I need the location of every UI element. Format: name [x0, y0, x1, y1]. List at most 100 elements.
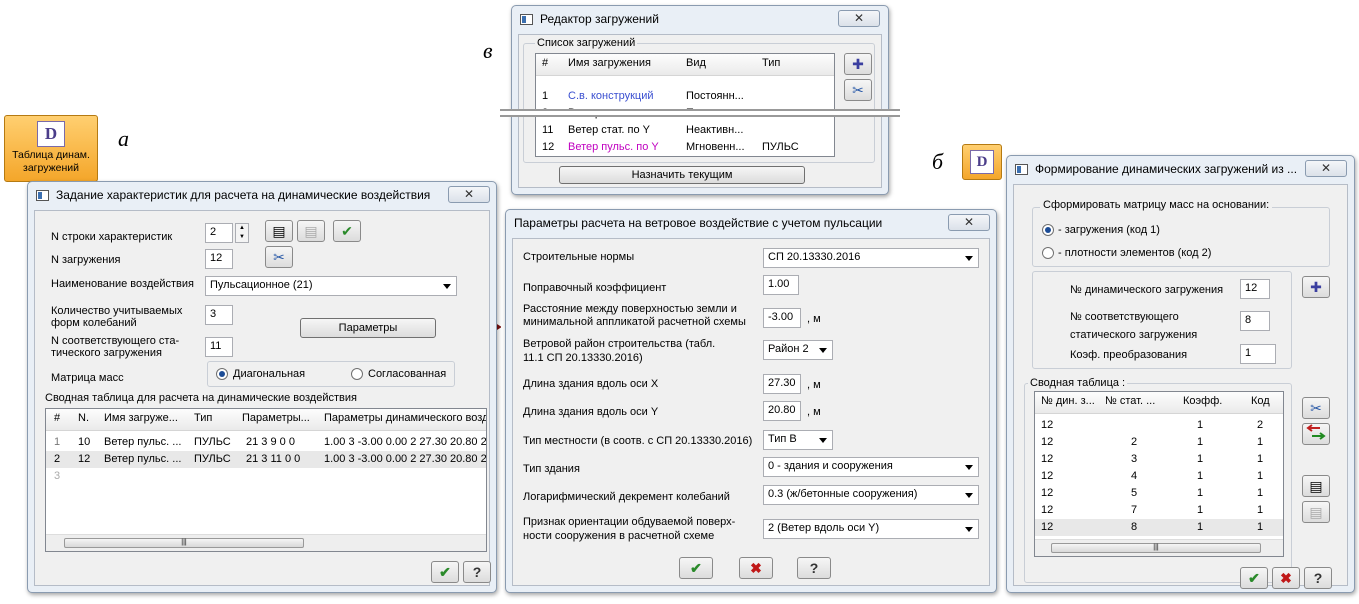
cell: 10 [78, 436, 91, 448]
table-row[interactable]: 2 12 Ветер пульс. ... ПУЛЬС 21 3 11 0 0 … [46, 451, 486, 468]
cancel-button[interactable]: ✖ [1272, 567, 1300, 589]
close-button[interactable]: ✕ [448, 186, 490, 203]
delete-load-button[interactable]: ✂ [844, 79, 872, 101]
table-row[interactable]: 12 5 1 1 [1035, 485, 1283, 502]
col-header[interactable]: Параметры... [242, 412, 314, 424]
table-row[interactable]: 12 3 1 1 [1035, 451, 1283, 468]
cell: 1 [1197, 453, 1204, 465]
horizontal-scrollbar[interactable]: ||| [1035, 539, 1283, 556]
static-load-input[interactable]: 11 [205, 337, 233, 357]
col-header[interactable]: N. [78, 412, 89, 424]
copy-icon[interactable]: ▤ [265, 220, 293, 242]
log-decrement-select[interactable]: 0.3 (ж/бетонные сооружения) [763, 485, 979, 505]
table-row[interactable]: 12 4 1 1 [1035, 468, 1283, 485]
cell: 1 [1257, 470, 1264, 482]
col-header[interactable]: Тип [194, 412, 212, 424]
table-row[interactable]: 12 8 1 1 [1035, 519, 1283, 536]
stat-load-number-input[interactable]: 8 [1240, 311, 1270, 331]
row-number-spinner[interactable]: ▲ ▼ [235, 223, 249, 243]
terrain-type-select[interactable]: Тип В [763, 430, 833, 450]
orientation-select[interactable]: 2 (Ветер вдоль оси Y) [763, 519, 979, 539]
help-button[interactable]: ? [463, 561, 491, 583]
col-header[interactable]: Имя загруже... [104, 412, 184, 424]
row-number-input[interactable]: 2 [205, 223, 233, 243]
copy-icon[interactable]: ▤ [1302, 475, 1330, 497]
col-header[interactable]: № дин. з... [1041, 395, 1095, 407]
col-header[interactable]: Код [1251, 395, 1270, 407]
table-row[interactable]: 1 С.в. конструкций Постоянн... [536, 88, 834, 105]
wind-region-select[interactable]: Район 2 [763, 340, 833, 360]
close-button[interactable]: ✕ [948, 214, 990, 231]
col-header[interactable]: # [54, 412, 60, 424]
mass-diagonal-radio[interactable] [216, 368, 228, 380]
table-row[interactable]: 12 Ветер пульс. по Y Мгновенн... ПУЛЬС [536, 139, 834, 156]
loads-list[interactable]: # Имя загружения Вид Тип 1 С.в. конструк… [535, 53, 835, 157]
ok-button[interactable]: ✔ [679, 557, 713, 579]
ok-button[interactable]: ✔ [431, 561, 459, 583]
length-y-input[interactable]: 20.80 [763, 401, 801, 421]
table-row[interactable]: 3 [46, 468, 486, 485]
ok-button[interactable]: ✔ [1240, 567, 1268, 589]
dyn-load-number-label: № динамического загружения [1070, 284, 1224, 296]
cell: 12 [78, 453, 91, 465]
col-header[interactable]: Параметры динамического возд [324, 412, 486, 424]
cell: ПУЛЬС [194, 453, 231, 465]
building-type-select[interactable]: 0 - здания и сооружения [763, 457, 979, 477]
mass-by-load-radio[interactable] [1042, 224, 1054, 236]
add-button[interactable]: ✚ [1302, 276, 1330, 298]
col-header[interactable]: # [542, 57, 548, 69]
form-summary-table[interactable]: № дин. з... № стат. ... Коэфф. Код 12 1 2 1… [1034, 391, 1284, 557]
close-button[interactable]: ✕ [1305, 160, 1347, 177]
col-header[interactable]: Имя загружения [568, 57, 651, 69]
close-button[interactable]: ✕ [838, 10, 880, 27]
dynamic-loads-form-icon[interactable]: D [962, 144, 1002, 180]
cell: 1 [1257, 436, 1264, 448]
parameters-button[interactable]: Параметры [300, 318, 436, 338]
label-v: в [483, 38, 493, 63]
cut-divider [500, 109, 900, 117]
orientation-label: Признак ориентации обдуваемой поверх- но… [523, 516, 736, 542]
paste-icon[interactable]: ▤ [297, 220, 325, 242]
horizontal-scrollbar[interactable]: ||| [46, 534, 486, 551]
norms-select[interactable]: СП 20.13330.2016 [763, 248, 979, 268]
load-number-input[interactable]: 12 [205, 249, 233, 269]
mass-consistent-radio[interactable] [351, 368, 363, 380]
paste-icon[interactable]: ▤ [1302, 501, 1330, 523]
col-header[interactable]: № стат. ... [1105, 395, 1155, 407]
conversion-coef-input[interactable]: 1 [1240, 344, 1276, 364]
summary-table[interactable]: # N. Имя загруже... Тип Параметры... Пар… [45, 408, 487, 552]
col-header[interactable]: Тип [762, 57, 780, 69]
cell: 2 [54, 453, 61, 465]
table-row[interactable]: 12 1 2 [1035, 417, 1283, 434]
delete-scissors-button[interactable]: ✂ [1302, 397, 1330, 419]
col-header[interactable]: Коэфф. [1183, 395, 1222, 407]
apply-check-button[interactable]: ✔ [333, 220, 361, 242]
cell: 7 [1131, 504, 1138, 516]
dynamic-table-toolbar-button[interactable]: D Таблица динам. загружений [4, 115, 98, 182]
length-x-input[interactable]: 27.30 [763, 374, 801, 394]
help-button[interactable]: ? [797, 557, 831, 579]
table-row[interactable]: 12 7 1 1 [1035, 502, 1283, 519]
scrollbar-thumb[interactable]: ||| [1051, 543, 1261, 553]
swap-arrows-button[interactable] [1302, 423, 1330, 445]
mass-by-density-radio[interactable] [1042, 247, 1054, 259]
col-header[interactable]: Вид [686, 57, 706, 69]
check-icon: ✔ [439, 564, 451, 580]
delete-scissors-button[interactable]: ✂ [265, 246, 293, 268]
assign-current-button[interactable]: Назначить текущим [559, 166, 805, 184]
row-number-label: N строки характеристик [51, 231, 173, 243]
cell: 5 [1131, 487, 1138, 499]
help-button[interactable]: ? [1304, 567, 1332, 589]
add-load-button[interactable]: ✚ [844, 53, 872, 75]
table-row[interactable]: 12 2 1 1 [1035, 434, 1283, 451]
cancel-button[interactable]: ✖ [739, 557, 773, 579]
forms-count-input[interactable]: 3 [205, 305, 233, 325]
action-name-select[interactable]: Пульсационное (21) [205, 276, 457, 296]
ground-distance-input[interactable]: -3.00 [763, 308, 801, 328]
scrollbar-thumb[interactable]: ||| [64, 538, 304, 548]
correction-coef-input[interactable]: 1.00 [763, 275, 799, 295]
mass-by-load-label: - загружения (код 1) [1058, 224, 1160, 236]
table-row[interactable]: 1 10 Ветер пульс. ... ПУЛЬС 21 3 9 0 0 1… [46, 434, 486, 451]
dyn-load-number-input[interactable]: 12 [1240, 279, 1270, 299]
table-row[interactable]: 11 Ветер стат. по Y Неактивн... [536, 122, 834, 139]
